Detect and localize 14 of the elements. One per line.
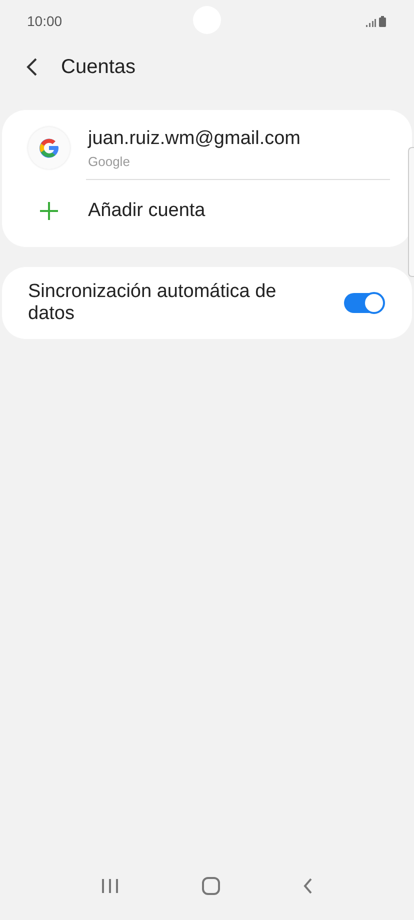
home-icon[interactable] — [202, 877, 220, 895]
recent-apps-icon[interactable] — [101, 878, 120, 894]
account-provider: Google — [88, 154, 131, 168]
status-time: 10:00 — [27, 13, 62, 29]
account-email[interactable]: juan.ruiz.wm@gmail.com — [88, 128, 301, 150]
setting-label: Sincronización automática de datos — [28, 281, 278, 325]
google-logo-icon — [28, 127, 70, 169]
plus-icon — [40, 202, 58, 220]
battery-icon — [379, 16, 386, 26]
back-icon[interactable] — [302, 878, 313, 894]
signal-icon — [366, 18, 376, 26]
toggle-switch[interactable] — [344, 293, 384, 313]
add-account-link[interactable]: Añadir cuenta — [88, 200, 206, 222]
page-title: Cuentas — [61, 56, 136, 78]
